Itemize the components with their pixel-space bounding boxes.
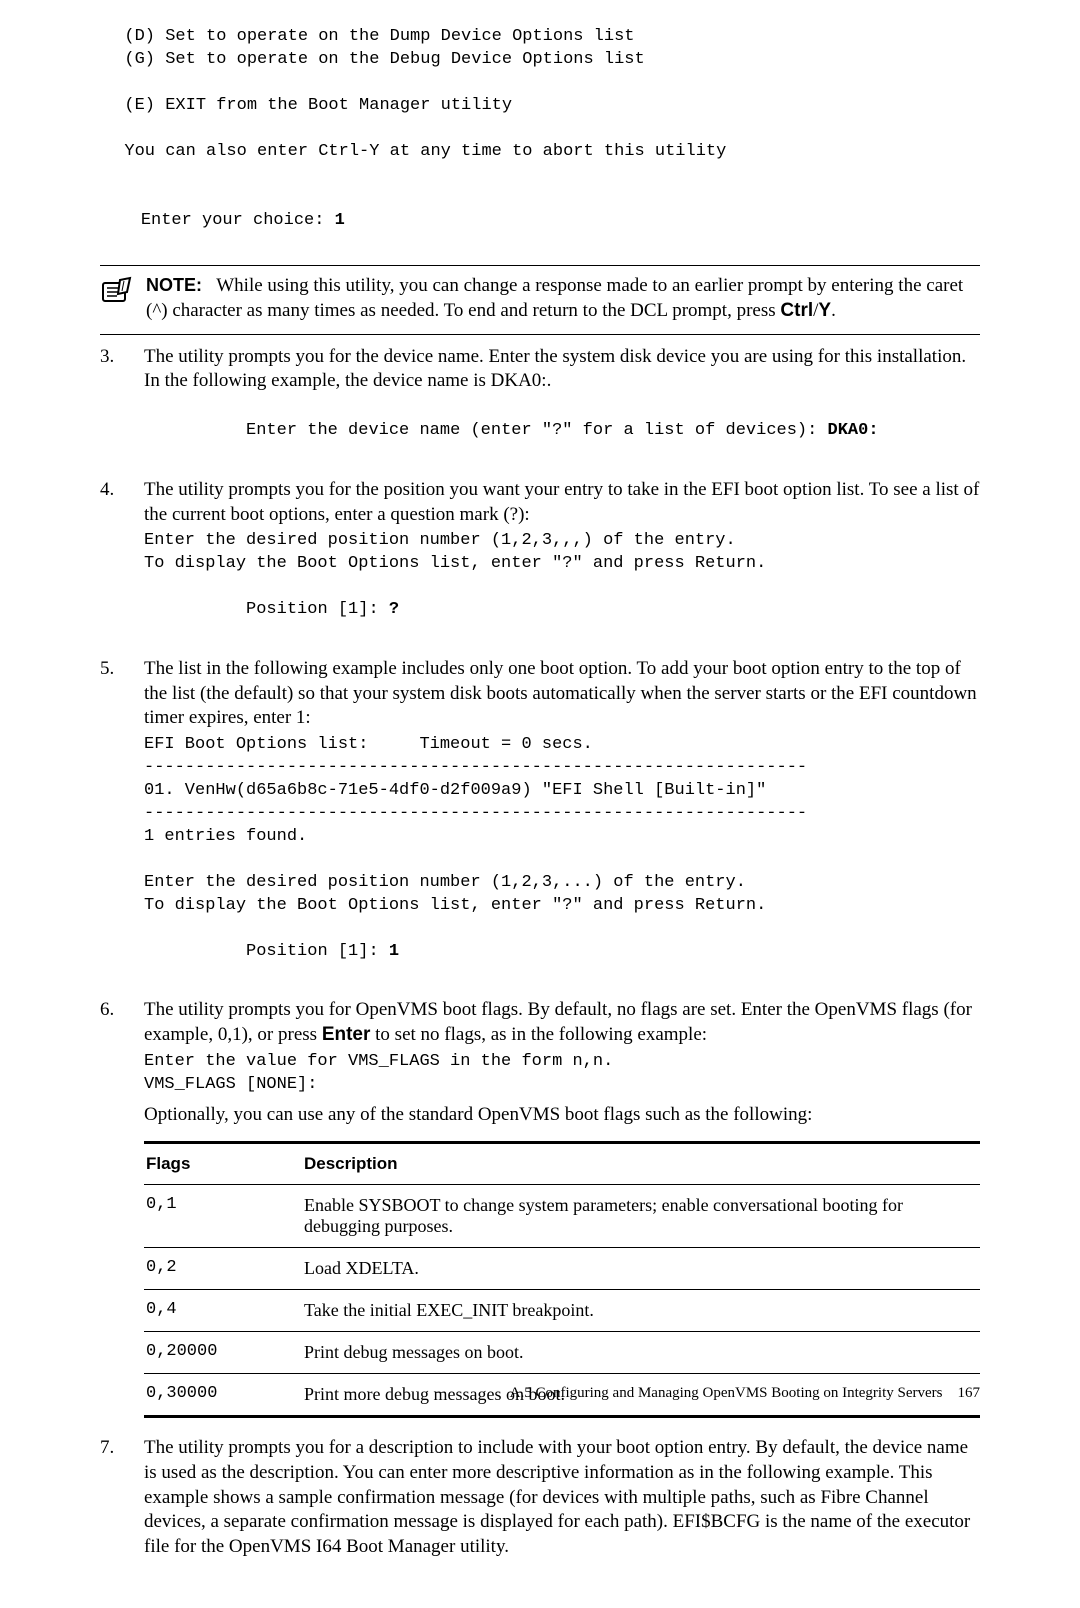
step-text: The utility prompts you for the device n… (144, 345, 980, 394)
flag-desc: Take the initial EXEC_INIT breakpoint. (302, 1290, 980, 1332)
code-text: Position [1]: (246, 942, 389, 961)
code-blank (100, 164, 980, 187)
footer-text: A.5 Configuring and Managing OpenVMS Boo… (510, 1385, 943, 1401)
flag-desc: Load XDELTA. (302, 1248, 980, 1290)
step-text: The utility prompts you for the position… (144, 478, 980, 527)
code-line: To display the Boot Options list, enter … (144, 553, 980, 576)
code-blank (100, 118, 980, 141)
note-body: While using this utility, you can change… (146, 275, 963, 321)
code-line: Enter the desired position number (1,2,3… (144, 872, 980, 895)
code-line: ----------------------------------------… (144, 757, 980, 780)
code-line: Enter the device name (enter "?" for a l… (144, 397, 980, 466)
code-line: Position [1]: 1 (144, 918, 980, 987)
step-number: 4. (100, 478, 144, 501)
flag-code: 0,1 (144, 1185, 302, 1248)
key-enter: Enter (322, 1024, 371, 1045)
step-7: 7. The utility prompts you for a descrip… (100, 1436, 980, 1559)
step-number: 6. (100, 998, 144, 1021)
code-line: Enter the value for VMS_FLAGS in the for… (144, 1051, 980, 1074)
step-number: 5. (100, 657, 144, 680)
code-line: (E) EXIT from the Boot Manager utility (100, 95, 980, 118)
user-input: 1 (389, 942, 399, 961)
step-5: 5. The list in the following example inc… (100, 657, 980, 986)
code-line: (G) Set to operate on the Debug Device O… (100, 49, 980, 72)
step-text: The utility prompts you for a descriptio… (144, 1436, 980, 1559)
step-4: 4. The utility prompts you for the posit… (100, 478, 980, 645)
table-row: 0,4 Take the initial EXEC_INIT breakpoin… (144, 1290, 980, 1332)
code-line: 01. VenHw(d65a6b8c-71e5-4df0-d2f009a9) "… (144, 780, 980, 803)
separator-line (100, 334, 980, 335)
user-input: ? (389, 600, 399, 619)
code-blank (100, 72, 980, 95)
user-input: 1 (335, 211, 345, 230)
code-line: You can also enter Ctrl-Y at any time to… (100, 141, 980, 164)
step-number: 7. (100, 1436, 144, 1459)
code-line: VMS_FLAGS [NONE]: (144, 1074, 980, 1097)
step-text: The utility prompts you for OpenVMS boot… (144, 998, 980, 1047)
code-line: To display the Boot Options list, enter … (144, 895, 980, 918)
key-y: Y (818, 300, 831, 321)
code-line: 1 entries found. (144, 826, 980, 849)
page-footer: A.5 Configuring and Managing OpenVMS Boo… (510, 1385, 980, 1402)
step-6: 6. The utility prompts you for OpenVMS b… (100, 998, 980, 1418)
text-segment: to set no flags, as in the following exa… (370, 1024, 707, 1045)
flags-table: Flags Description 0,1 Enable SYSBOOT to … (144, 1141, 980, 1418)
note-text: NOTE: While using this utility, you can … (146, 274, 980, 323)
code-line: EFI Boot Options list: Timeout = 0 secs. (144, 734, 980, 757)
note-icon (100, 276, 134, 311)
table-header-flags: Flags (144, 1143, 302, 1185)
flag-code: 0,20000 (144, 1332, 302, 1374)
table-row: 0,1 Enable SYSBOOT to change system para… (144, 1185, 980, 1248)
flag-desc: Enable SYSBOOT to change system paramete… (302, 1185, 980, 1248)
table-header-description: Description (302, 1143, 980, 1185)
flag-desc: Print debug messages on boot. (302, 1332, 980, 1374)
key-ctrl: Ctrl (780, 300, 813, 321)
step-text: The list in the following example includ… (144, 657, 980, 731)
step-text: Optionally, you can use any of the stand… (144, 1103, 980, 1128)
flag-code: 0,2 (144, 1248, 302, 1290)
separator-line (100, 265, 980, 266)
flag-code: 0,4 (144, 1290, 302, 1332)
table-row: 0,2 Load XDELTA. (144, 1248, 980, 1290)
code-text: Position [1]: (246, 600, 389, 619)
code-line: Enter the desired position number (1,2,3… (144, 530, 980, 553)
step-number: 3. (100, 345, 144, 368)
code-blank (144, 849, 980, 872)
table-row: 0,20000 Print debug messages on boot. (144, 1332, 980, 1374)
page-number: 167 (958, 1385, 981, 1401)
code-line: Position [1]: ? (144, 576, 980, 645)
step-3: 3. The utility prompts you for the devic… (100, 345, 980, 466)
code-text: Enter your choice: (141, 211, 335, 230)
code-line: (D) Set to operate on the Dump Device Op… (100, 26, 980, 49)
note-block: NOTE: While using this utility, you can … (100, 274, 980, 323)
user-input: DKA0: (828, 421, 879, 440)
flag-code: 0,30000 (144, 1374, 302, 1417)
code-text: Enter the device name (enter "?" for a l… (246, 421, 828, 440)
note-label: NOTE: (146, 275, 202, 295)
period: . (831, 300, 836, 321)
code-line: ----------------------------------------… (144, 803, 980, 826)
code-line: Enter your choice: 1 (100, 187, 980, 256)
